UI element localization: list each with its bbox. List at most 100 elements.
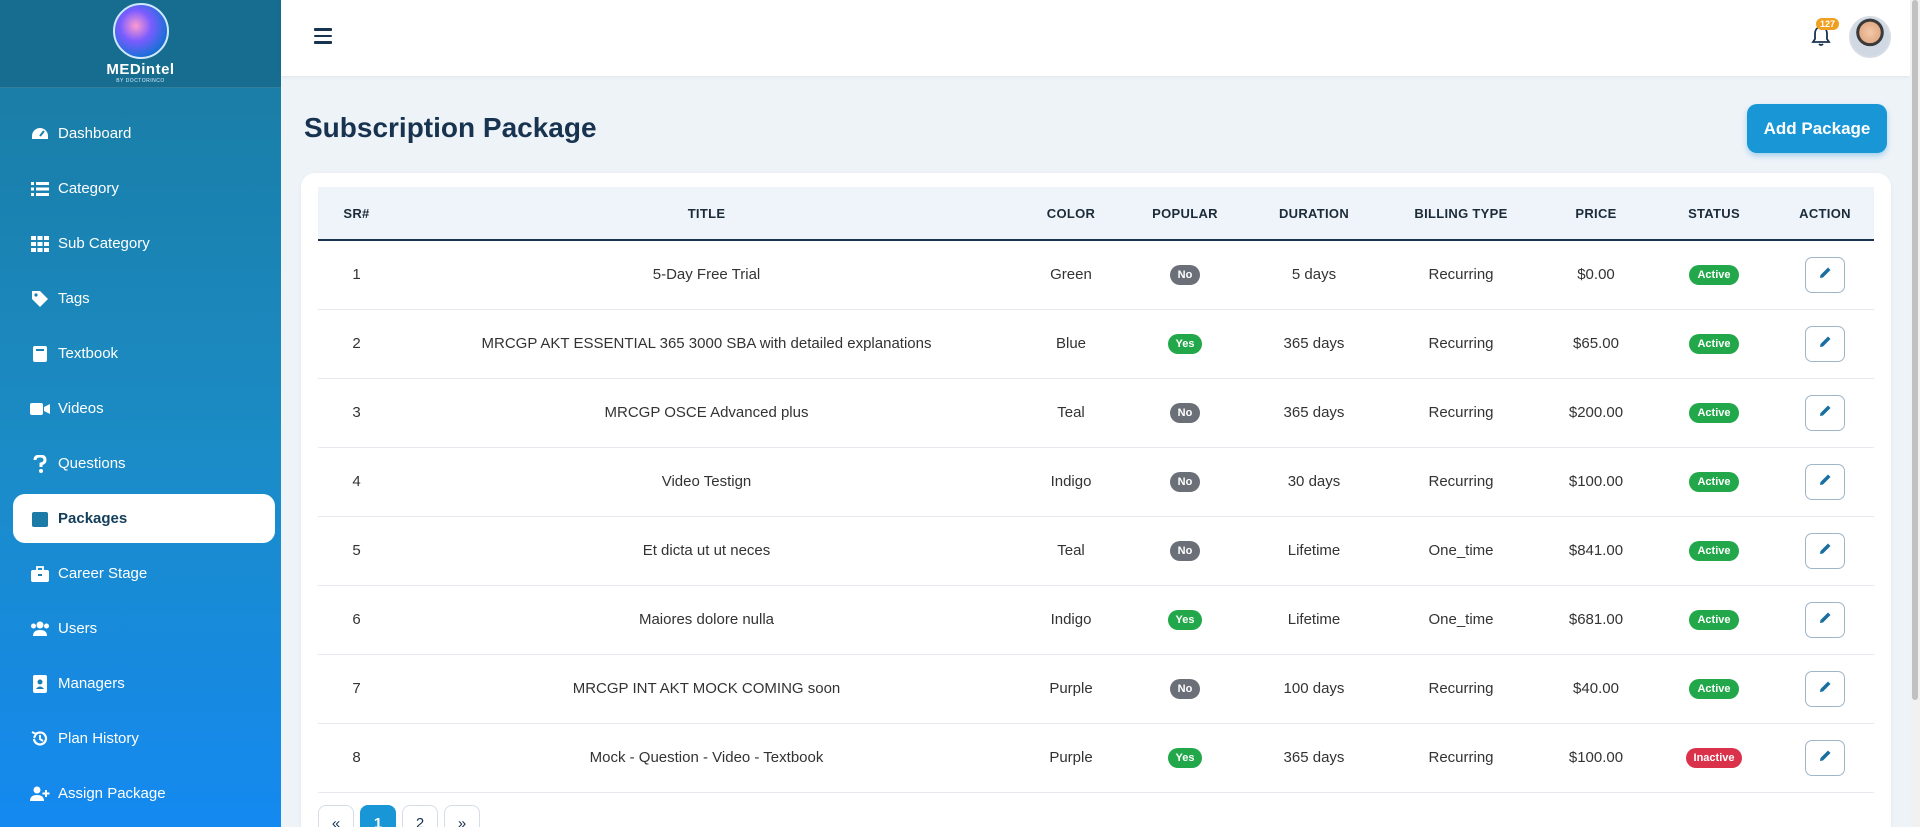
sidebar-item-assign-package[interactable]: Assign Package [13,769,275,818]
avatar[interactable] [1849,16,1891,58]
popular-badge: No [1169,402,1201,423]
status-cell: Active [1652,240,1776,309]
sidebar-item-label: Assign Package [58,785,166,802]
user-plus-icon [30,785,50,803]
edit-button[interactable] [1805,256,1845,293]
box-icon [30,510,50,528]
color-cell: Purple [1049,749,1093,766]
sidebar-item-sub-category[interactable]: Sub Category [13,219,275,268]
sidebar-item-managers[interactable]: Managers [13,659,275,708]
title-cell: Et dicta ut ut neces [642,542,771,559]
popular-badge: No [1169,264,1201,285]
sidebar-item-label: Questions [58,455,126,472]
popular-cell: No [1124,447,1246,516]
billing-type-cell: Recurring [1428,680,1494,697]
sr-cell: 2 [352,335,361,352]
price-cell: $100.00 [1568,473,1624,490]
edit-button[interactable] [1805,394,1845,431]
pagination-page-2[interactable]: 2 [402,805,438,827]
sidebar-item-label: Career Stage [58,565,148,582]
edit-button[interactable] [1805,325,1845,362]
action-cell [1776,240,1874,309]
column-header-billing-type: BILLING TYPE [1414,205,1508,221]
price-cell: $200.00 [1568,404,1624,421]
pagination-next-button[interactable]: » [444,805,480,827]
popular-cell: Yes [1124,585,1246,654]
sidebar-item-label: Textbook [58,345,119,362]
notification-badge: 127 [1816,18,1840,30]
status-cell: Active [1652,309,1776,378]
page-scrollbar[interactable] [1910,0,1920,827]
popular-badge: Yes [1167,747,1203,768]
add-package-button[interactable]: Add Package [1747,104,1887,153]
color-cell: Blue [1055,335,1087,352]
column-header-price: PRICE [1575,205,1617,221]
price-cell: $100.00 [1568,749,1624,766]
sidebar-item-textbook[interactable]: Textbook [13,329,275,378]
edit-button[interactable] [1805,532,1845,569]
hamburger-menu-icon[interactable] [314,28,332,44]
column-header-action: ACTION [1799,205,1851,221]
billing-type-cell: Recurring [1428,404,1494,421]
popular-cell: No [1124,240,1246,309]
popular-cell: Yes [1124,723,1246,792]
sidebar-item-dashboard[interactable]: Dashboard [13,109,275,158]
video-icon [30,400,50,418]
billing-type-cell: Recurring [1428,749,1494,766]
status-cell: Active [1652,585,1776,654]
sr-cell: 1 [352,266,361,284]
sidebar-item-label: Packages [58,510,128,527]
duration-cell: 365 days [1283,749,1345,766]
action-cell [1776,378,1874,447]
pencil-icon [1819,680,1832,697]
popular-badge: No [1169,540,1201,561]
sidebar-item-label: Managers [58,675,125,692]
sidebar-item-packages[interactable]: Packages [13,494,275,543]
popular-badge: No [1169,678,1201,699]
table-row: 4 Video Testign Indigo No 30 days Recurring $1… [318,447,1874,516]
pagination-prev-button[interactable]: « [318,805,354,827]
popular-badge: Yes [1167,333,1203,354]
sr-cell: 8 [352,749,361,766]
scrollbar-thumb[interactable] [1912,0,1918,700]
edit-button[interactable] [1805,739,1845,776]
book-icon [30,345,50,363]
billing-type-cell: Recurring [1428,266,1494,284]
sidebar-item-videos[interactable]: Videos [13,384,275,433]
price-cell: $0.00 [1577,266,1615,284]
title-cell: MRCGP AKT ESSENTIAL 365 3000 SBA with de… [481,335,932,352]
popular-cell: No [1124,516,1246,585]
status-badge: Inactive [1685,747,1743,768]
table-row: 6 Maiores dolore nulla Indigo Yes Lifetime On… [318,585,1874,654]
sidebar-item-plan-history[interactable]: Plan History [13,714,275,763]
pagination-page-1[interactable]: 1 [360,805,396,827]
action-cell [1776,516,1874,585]
action-cell [1776,585,1874,654]
sidebar-item-category[interactable]: Category [13,164,275,213]
pagination: « 1 2 » [318,805,486,827]
users-icon [30,620,50,638]
table-row: 5 Et dicta ut ut neces Teal No Lifetime One_t… [318,516,1874,585]
sidebar-item-tags[interactable]: Tags [13,274,275,323]
sidebar-item-users[interactable]: Users [13,604,275,653]
title-cell: MRCGP INT AKT MOCK COMING soon [572,680,841,697]
sidebar-item-questions[interactable]: Questions [13,439,275,488]
duration-cell: Lifetime [1287,542,1341,559]
sidebar-item-label: Videos [58,400,104,417]
edit-button[interactable] [1805,601,1845,638]
color-cell: Indigo [1050,473,1092,490]
color-cell: Teal [1057,404,1085,421]
title-cell: Mock - Question - Video - Textbook [589,749,824,766]
table-row: 8 Mock - Question - Video - Textbook Purpl… [318,723,1874,792]
edit-button[interactable] [1805,670,1845,707]
logo[interactable]: MEDintel BY DOCTORINCO [0,0,281,88]
action-cell [1776,654,1874,723]
grid-icon [30,235,50,253]
edit-button[interactable] [1805,463,1845,500]
pencil-icon [1819,404,1832,421]
column-header-duration: DURATION [1278,205,1350,221]
sidebar-item-label: Users [58,620,98,637]
page-title: Subscription Package [304,112,597,143]
sidebar-item-career-stage[interactable]: Career Stage [13,549,275,598]
pencil-icon [1819,611,1832,628]
